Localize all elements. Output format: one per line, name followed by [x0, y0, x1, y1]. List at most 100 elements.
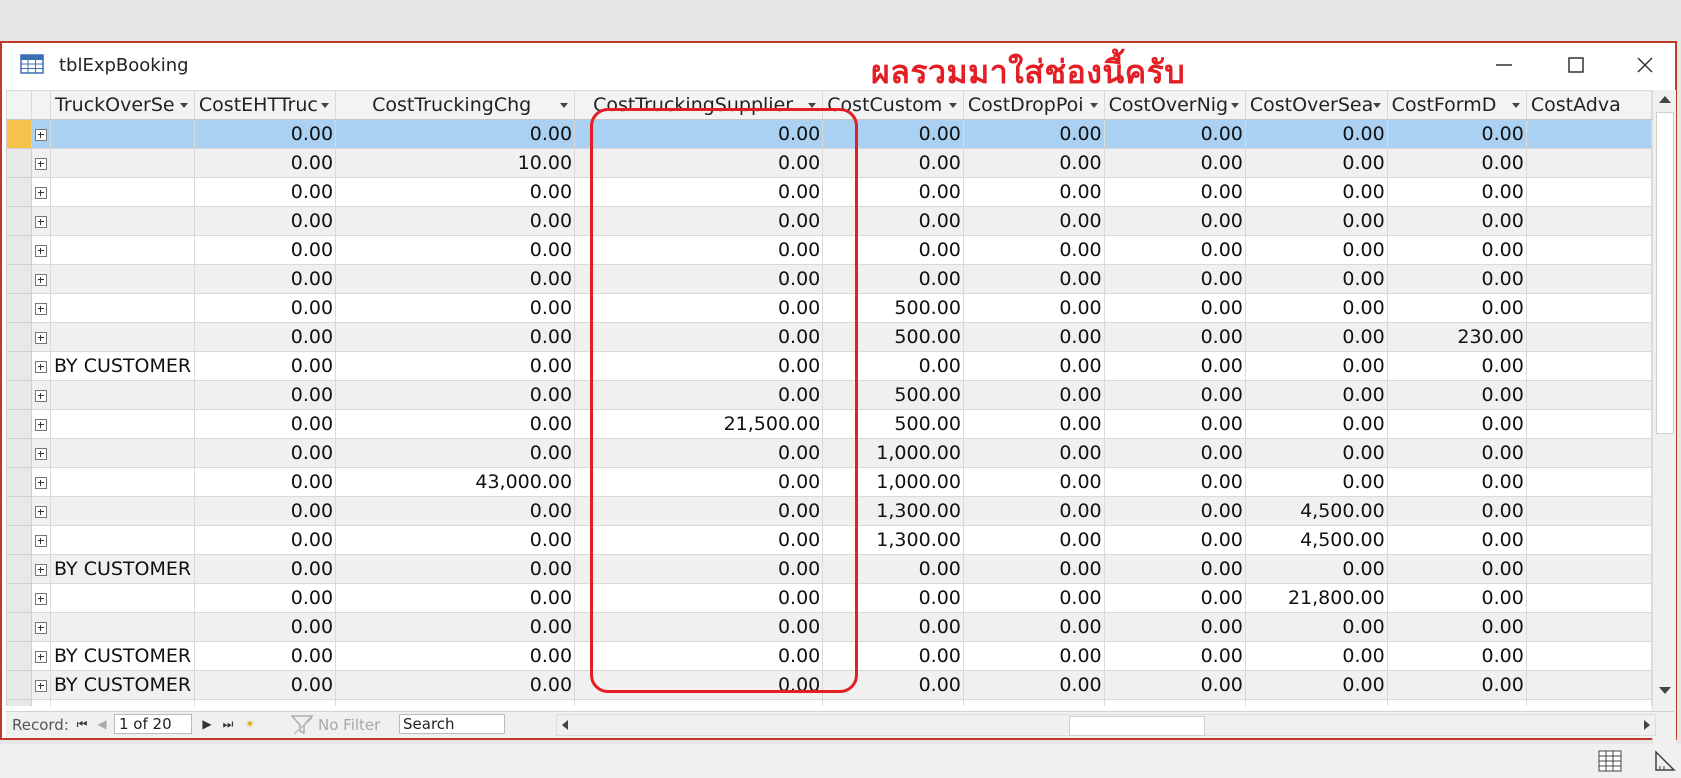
cell-costovernig[interactable]: 0.00 — [1103, 409, 1246, 439]
cell-costtruckingchg[interactable]: 0.00 — [335, 438, 576, 468]
cell-costcustom[interactable]: 1,000.00 — [822, 467, 964, 497]
minimize-button[interactable] — [1474, 43, 1530, 88]
chevron-down-icon[interactable] — [560, 103, 569, 108]
cell-costdroppoi[interactable]: 0.00 — [962, 380, 1105, 410]
cell-costdroppoi[interactable]: 0.00 — [962, 264, 1105, 294]
cell-truckoverse[interactable] — [50, 380, 195, 410]
column-header-costcustom[interactable]: CostCustom — [822, 90, 964, 120]
cell-costformd[interactable]: 0.00 — [1386, 583, 1527, 613]
cell-costformd[interactable]: 0.00 — [1386, 264, 1527, 294]
cell-costadva[interactable] — [1525, 293, 1652, 323]
table-row[interactable]: BY CUSTOMER 0.00 0.00 0.00 0.00 0.00 0.00 0.00 0… — [6, 670, 1652, 700]
cell-truckoverse[interactable]: BY CUSTOMER — [50, 670, 195, 700]
column-header-costadva[interactable]: CostAdva — [1525, 90, 1652, 120]
cell-costoversea[interactable]: 0.00 — [1244, 612, 1388, 642]
cell-costcustom[interactable]: 1,300.00 — [822, 496, 964, 526]
cell-costdroppoi[interactable]: 0.00 — [962, 467, 1105, 497]
row-selector[interactable] — [6, 409, 33, 439]
cell-costadva[interactable] — [1525, 206, 1652, 236]
cell-costtruckingsupplier[interactable]: 0.00 — [574, 438, 824, 468]
cell-costovernig[interactable]: 0.00 — [1103, 467, 1246, 497]
cell-costformd[interactable]: 0.00 — [1386, 699, 1527, 706]
cell-costehttruc[interactable]: 0.00 — [193, 322, 337, 352]
cell-costehttruc[interactable]: 0.00 — [193, 496, 337, 526]
cell-costformd[interactable]: 0.00 — [1386, 467, 1527, 497]
cell-costcustom[interactable]: 0.00 — [822, 264, 964, 294]
vertical-scroll-thumb[interactable] — [1656, 112, 1674, 434]
cell-costehttruc[interactable]: 0.00 — [193, 699, 337, 706]
cell-costovernig[interactable]: 0.00 — [1103, 496, 1246, 526]
chevron-down-icon[interactable] — [1372, 103, 1381, 108]
cell-costcustom[interactable]: 0.00 — [822, 699, 964, 706]
cell-costehttruc[interactable]: 0.00 — [193, 612, 337, 642]
expand-plus-icon[interactable] — [35, 360, 48, 373]
cell-costadva[interactable] — [1525, 525, 1652, 555]
row-selector[interactable] — [6, 380, 33, 410]
next-record-icon[interactable]: ▶ — [199, 716, 215, 732]
cell-costtruckingsupplier[interactable]: 0.00 — [574, 380, 824, 410]
row-selector[interactable] — [6, 438, 33, 468]
cell-costovernig[interactable]: 0.00 — [1103, 380, 1246, 410]
cell-costoversea[interactable]: 0.00 — [1244, 438, 1388, 468]
expand-cell[interactable] — [31, 351, 52, 381]
cell-costtruckingchg[interactable]: 0.00 — [335, 409, 576, 439]
column-header-costformd[interactable]: CostFormD — [1386, 90, 1527, 120]
cell-costtruckingchg[interactable]: 0.00 — [335, 206, 576, 236]
expand-cell[interactable] — [31, 206, 52, 236]
column-header-costtruckingchg[interactable]: CostTruckingChg — [335, 90, 576, 120]
scroll-up-icon[interactable] — [1659, 96, 1671, 103]
cell-costtruckingchg[interactable]: 10.00 — [335, 148, 576, 178]
table-row[interactable]: 0.00 0.00 0.00 1,300.00 0.00 0.00 4,500.00 0.00 — [6, 496, 1652, 526]
cell-costtruckingsupplier[interactable]: 0.00 — [574, 699, 824, 706]
expand-plus-icon[interactable] — [35, 244, 48, 257]
first-record-icon[interactable]: ⏮ — [74, 716, 90, 732]
cell-costehttruc[interactable]: 0.00 — [193, 264, 337, 294]
table-row[interactable]: 0.00 0.00 0.00 500.00 0.00 0.00 0.00 230.00 — [6, 322, 1652, 352]
table-row[interactable]: 0.00 0.00 0.00 500.00 0.00 0.00 0.00 0.00 — [6, 293, 1652, 323]
expand-plus-icon[interactable] — [35, 157, 48, 170]
cell-truckoverse[interactable] — [50, 322, 195, 352]
table-row[interactable]: BY CUSTOMER 0.00 0.00 0.00 0.00 0.00 0.00 0.00 0… — [6, 641, 1652, 671]
cell-costtruckingchg[interactable]: 0.00 — [335, 119, 576, 149]
cell-costoversea[interactable]: 0.00 — [1244, 380, 1388, 410]
cell-costcustom[interactable]: 0.00 — [822, 641, 964, 671]
horizontal-scrollbar[interactable] — [556, 714, 1656, 736]
cell-costtruckingsupplier[interactable]: 0.00 — [574, 467, 824, 497]
cell-costehttruc[interactable]: 0.00 — [193, 525, 337, 555]
cell-costtruckingchg[interactable]: 0.00 — [335, 264, 576, 294]
cell-costoversea[interactable]: 4,500.00 — [1244, 496, 1388, 526]
cell-costovernig[interactable]: 0.00 — [1103, 235, 1246, 265]
table-row[interactable]: 0.00 10.00 0.00 0.00 0.00 0.00 0.00 0.00 — [6, 148, 1652, 178]
table-row[interactable]: 0.00 0.00 0.00 0.00 0.00 0.00 0.00 0.00 — [6, 206, 1652, 236]
table-row[interactable]: 0.00 0.00 0.00 500.00 0.00 0.00 0.00 0.00 — [6, 380, 1652, 410]
close-button[interactable] — [1616, 43, 1672, 88]
cell-costtruckingsupplier[interactable]: 0.00 — [574, 177, 824, 207]
expand-plus-icon[interactable] — [35, 273, 48, 286]
cell-truckoverse[interactable] — [50, 235, 195, 265]
cell-costadva[interactable] — [1525, 438, 1652, 468]
cell-costehttruc[interactable]: 0.00 — [193, 670, 337, 700]
cell-costtruckingchg[interactable]: 0.00 — [335, 583, 576, 613]
horizontal-scroll-thumb[interactable] — [1069, 716, 1205, 736]
cell-costformd[interactable]: 0.00 — [1386, 119, 1527, 149]
cell-costoversea[interactable]: 21,800.00 — [1244, 583, 1388, 613]
expand-cell[interactable] — [31, 467, 52, 497]
cell-costtruckingsupplier[interactable]: 0.00 — [574, 264, 824, 294]
cell-costadva[interactable] — [1525, 641, 1652, 671]
cell-costtruckingchg[interactable]: 0.00 — [335, 612, 576, 642]
cell-costehttruc[interactable]: 0.00 — [193, 293, 337, 323]
table-row[interactable]: 0.00 0.00 21,500.00 500.00 0.00 0.00 0.00 0.00 — [6, 409, 1652, 439]
cell-costtruckingsupplier[interactable]: 0.00 — [574, 293, 824, 323]
expand-cell[interactable] — [31, 496, 52, 526]
new-row-selector[interactable]: ✱ — [6, 699, 33, 706]
row-selector[interactable] — [6, 235, 33, 265]
row-selector[interactable] — [6, 467, 33, 497]
chevron-down-icon[interactable] — [179, 103, 188, 108]
cell-costformd[interactable]: 0.00 — [1386, 496, 1527, 526]
no-filter-button[interactable]: No Filter — [318, 716, 380, 734]
cell-costcustom[interactable]: 0.00 — [822, 670, 964, 700]
table-row[interactable]: 0.00 0.00 0.00 0.00 0.00 0.00 0.00 0.00 — [6, 177, 1652, 207]
cell-costovernig[interactable]: 0.00 — [1103, 554, 1246, 584]
cell-costformd[interactable]: 0.00 — [1386, 206, 1527, 236]
cell-costformd[interactable]: 0.00 — [1386, 148, 1527, 178]
